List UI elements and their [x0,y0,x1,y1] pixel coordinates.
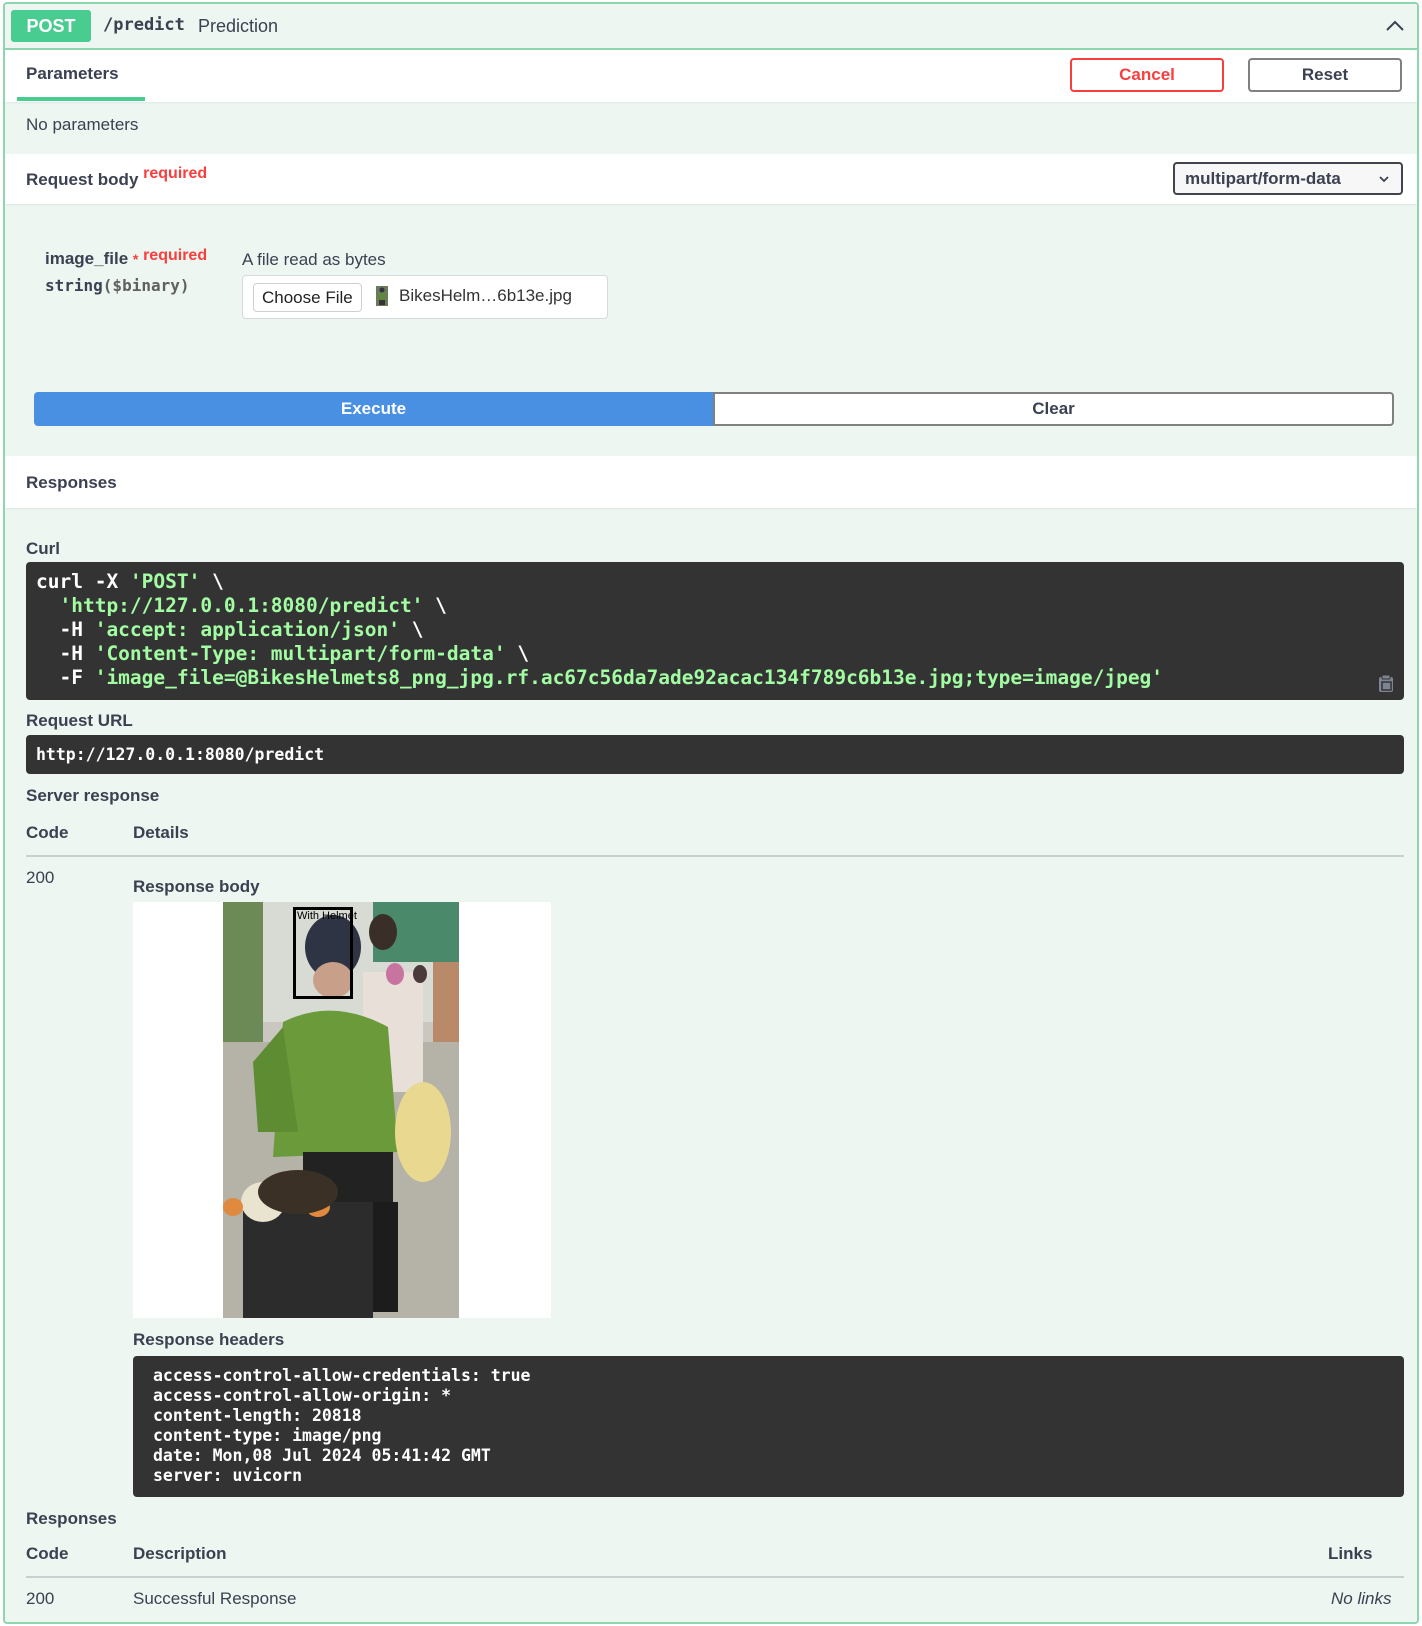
request-url-value: http://127.0.0.1:8080/predict [26,735,1404,774]
curl-string: 'image_file=@BikesHelmets8_png_jpg.rf.ac… [94,666,1164,689]
selected-file-name: BikesHelm…6b13e.jpg [399,286,572,305]
responses-code-header: Code [26,1544,69,1563]
content-type-select[interactable]: multipart/form-data [1173,162,1403,195]
curl-continuation: \ [423,594,447,617]
curl-line: -H 'accept: application/json' \ [36,618,1394,642]
curl-token: -H [36,618,95,641]
response-header-line: content-length: 20818 [153,1406,362,1425]
curl-line: -H 'Content-Type: multipart/form-data' \ [36,642,1394,666]
field-name: image_file [45,249,129,268]
curl-code-block: curl -X 'POST' \ 'http://127.0.0.1:8080/… [26,562,1404,700]
clear-button[interactable]: Clear [713,392,1394,426]
curl-continuation: \ [505,642,530,665]
copy-icon[interactable] [1376,674,1396,694]
parameters-header: Parameters Cancel Reset [5,50,1417,102]
field-required-label: required [143,247,208,264]
responses-header: Responses [5,456,1417,508]
content-type-value: multipart/form-data [1185,169,1341,188]
response-body-label: Response body [133,877,260,896]
request-body-label: Request body [26,170,139,189]
curl-token: -F [36,666,95,689]
request-body-header: Request body required multipart/form-dat… [5,154,1417,204]
responses-description-header: Description [133,1544,227,1563]
operation-path: /predict [103,15,185,35]
curl-continuation: \ [200,570,224,593]
operation-summary-text: Prediction [198,16,279,36]
curl-token: curl -X [36,570,130,593]
response-header-line: server: uvicorn [153,1466,303,1485]
response-headers-block: access-control-allow-credentials: true ac… [133,1356,1404,1497]
execute-button[interactable]: Execute [34,392,713,426]
curl-continuation: \ [399,618,424,641]
required-star: * [132,251,139,267]
response-headers-lines: access-control-allow-credentials: true ac… [153,1366,1384,1486]
curl-string: 'Content-Type: multipart/form-data' [94,642,506,665]
no-parameters-text: No parameters [26,115,139,134]
responses-header-label: Responses [26,473,117,492]
curl-string: 'POST' [129,570,201,593]
required-label: required [143,165,208,182]
field-format: ($binary) [102,276,190,295]
field-description: A file read as bytes [242,250,386,269]
reset-button[interactable]: Reset [1248,58,1402,92]
response-image: With Helmet [133,902,551,1318]
curl-token [36,594,59,617]
operation-summary[interactable]: POST /predict Prediction [5,4,1417,50]
response-header-line: access-control-allow-origin: * [153,1386,452,1405]
responses-links-header: Links [1328,1544,1373,1563]
tab-parameters[interactable]: Parameters [26,64,119,84]
field-type-row: string($binary) [45,276,190,295]
curl-line: -F 'image_file=@BikesHelmets8_png_jpg.rf… [36,666,1394,690]
response-headers-label: Response headers [133,1330,285,1349]
image-file-icon [376,286,388,306]
response-row-links: No links [1331,1589,1392,1608]
response-header-line: access-control-allow-credentials: true [153,1366,531,1385]
response-header-line: content-type: image/png [153,1426,382,1445]
divider [26,855,1404,857]
response-row-code: 200 [26,1589,55,1608]
server-details-header: Details [133,823,189,842]
operation-block: POST /predict Prediction Parameters Canc… [3,2,1419,1624]
responses-label: Responses [26,1509,117,1528]
chevron-down-icon [1379,176,1389,183]
curl-string: 'accept: application/json' [94,618,400,641]
detection-label: With Helmet [297,910,357,922]
request-url-label: Request URL [26,711,133,730]
curl-line: 'http://127.0.0.1:8080/predict' \ [36,594,1394,618]
curl-line: curl -X 'POST' \ [36,570,1394,594]
response-header-line: date: Mon,08 Jul 2024 05:41:42 GMT [153,1446,491,1465]
divider [26,1576,1404,1578]
chevron-up-icon[interactable] [1383,14,1407,38]
curl-string: 'http://127.0.0.1:8080/predict' [59,594,424,617]
server-response-label: Server response [26,786,160,805]
curl-token: -H [36,642,95,665]
server-code-header: Code [26,823,69,842]
curl-lines: curl -X 'POST' \ 'http://127.0.0.1:8080/… [36,570,1394,690]
server-response-code: 200 [26,868,55,887]
choose-file-button[interactable]: Choose File [253,283,362,312]
response-row-description: Successful Response [133,1589,297,1608]
file-input[interactable]: Choose File BikesHelm…6b13e.jpg [242,275,608,319]
method-badge: POST [11,10,91,42]
cancel-button[interactable]: Cancel [1070,58,1224,92]
tab-underline [17,97,145,101]
field-name-row: image_file * required [45,247,208,269]
field-type: string [45,276,103,295]
curl-label: Curl [26,539,60,558]
